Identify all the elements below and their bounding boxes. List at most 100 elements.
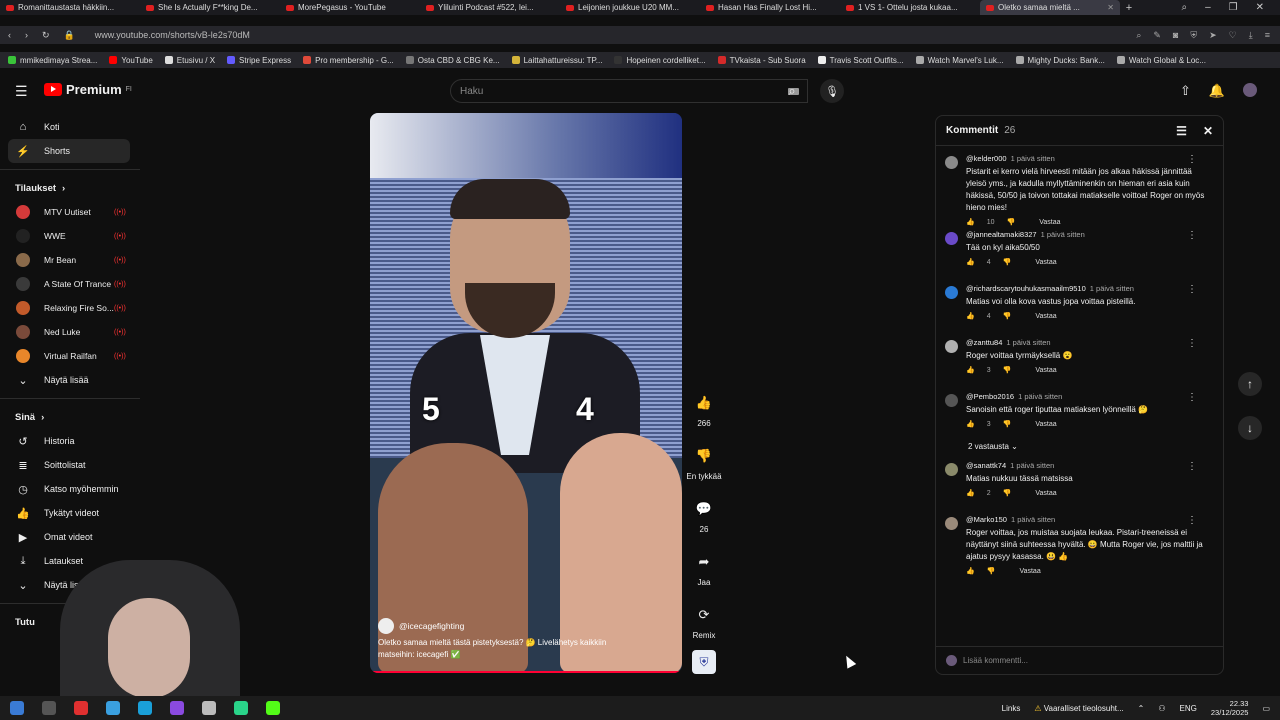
windows-start-icon[interactable] — [10, 701, 24, 715]
comment-author[interactable]: @zanttu84 — [966, 338, 1002, 347]
bookmark-item[interactable]: Mighty Ducks: Bank... — [1015, 56, 1105, 65]
comment-author[interactable]: @kelder000 — [966, 154, 1007, 163]
thumbs-up-icon[interactable]: 👍 — [966, 567, 975, 575]
thumbs-down-icon[interactable]: 👎 — [1003, 258, 1012, 266]
thumbs-down-icon[interactable]: 👎 — [987, 567, 996, 575]
thumbs-down-icon[interactable]: 👎 — [1003, 489, 1012, 497]
reply-button[interactable]: Vastaa — [1019, 568, 1040, 575]
sidebar-item-subscription[interactable]: Mr Bean ((•)) — [0, 248, 140, 272]
browser-tab[interactable]: She Is Actually F**king De... — [140, 0, 280, 15]
comment-author[interactable]: @richardscarytouhukasmaailm9510 — [966, 284, 1086, 293]
browser-tab[interactable]: Yliluinti Podcast #522, lei... — [420, 0, 560, 15]
upload-icon[interactable]: ⇧ — [1180, 83, 1191, 99]
thumbs-up-icon[interactable]: 👍 — [966, 312, 975, 320]
browser-tab-active[interactable]: Oletko samaa mieltä ... ✕ — [980, 0, 1120, 15]
thumbs-down-icon[interactable]: 👎 — [1003, 366, 1012, 374]
more-options-icon[interactable]: ⋮ — [1187, 461, 1197, 472]
shield-icon[interactable]: ⛨ — [1190, 30, 1197, 41]
voice-search-button[interactable]: 🎙 — [820, 79, 844, 103]
sidebar-item-playlists[interactable]: ≣ Soittolistat — [0, 453, 140, 477]
next-short-button[interactable]: ↓ — [1238, 416, 1262, 440]
app-icon[interactable] — [106, 701, 120, 715]
url-field[interactable]: www.youtube.com/shorts/vB-le2s70dM — [95, 30, 250, 40]
comments-button[interactable]: 💬 — [689, 494, 719, 524]
sidebar-item-subscription[interactable]: WWE ((•)) — [0, 224, 140, 248]
bookmark-item[interactable]: Hopeinen cordelliket... — [614, 56, 706, 65]
dislike-button[interactable]: 👎 — [689, 441, 719, 471]
more-options-icon[interactable]: ⋮ — [1187, 230, 1197, 241]
sidebar-item-your-videos[interactable]: ▶ Omat videot — [0, 525, 140, 549]
bookmark-item[interactable]: Watch Global & Loc... — [1116, 56, 1206, 65]
maximize-icon[interactable]: ❐ — [1229, 2, 1238, 13]
new-tab-button[interactable]: + — [1120, 2, 1138, 14]
forward-icon[interactable]: › — [25, 30, 28, 40]
bookmark-item[interactable]: TVkaista - Sub Suora — [717, 56, 806, 65]
thumbs-up-icon[interactable]: 👍 — [966, 489, 975, 497]
commenter-avatar[interactable] — [945, 463, 958, 476]
search-button[interactable]: ⌕ — [777, 79, 807, 103]
reply-button[interactable]: Vastaa — [1039, 219, 1060, 226]
send-icon[interactable]: ➤ — [1209, 30, 1217, 41]
language-indicator[interactable]: ENG — [1180, 704, 1197, 713]
show-more-subscriptions[interactable]: ⌄ Näytä lisää — [0, 368, 140, 392]
spotify-icon[interactable] — [234, 701, 248, 715]
search-tabs-icon[interactable]: ⌕ — [1181, 2, 1187, 13]
sidebar-item-home[interactable]: ⌂ Koti — [0, 115, 140, 139]
back-icon[interactable]: ‹ — [8, 30, 11, 40]
you-heading[interactable]: Sinä › — [0, 405, 140, 429]
camera-icon[interactable]: ◙ — [1173, 30, 1178, 41]
zoom-icon[interactable]: ⌕ — [1136, 30, 1141, 41]
reply-button[interactable]: Vastaa — [1035, 490, 1056, 497]
thumbs-down-icon[interactable]: 👎 — [1003, 312, 1012, 320]
close-icon[interactable]: ✕ — [1203, 124, 1213, 138]
more-options-icon[interactable]: ⋮ — [1187, 515, 1197, 526]
more-options-icon[interactable]: ⋮ — [1187, 392, 1197, 403]
links-toolbar[interactable]: Links — [1002, 704, 1021, 713]
bookmark-item[interactable]: Osta CBD & CBG Ke... — [405, 56, 500, 65]
comment-author[interactable]: @jannealtamaki8327 — [966, 230, 1037, 239]
minimize-icon[interactable]: – — [1205, 2, 1211, 13]
heart-icon[interactable]: ♡ — [1229, 30, 1237, 41]
comment-author[interactable]: @sanattk74 — [966, 461, 1006, 470]
thumbs-down-icon[interactable]: 👎 — [1007, 218, 1016, 226]
reload-icon[interactable]: ↻ — [42, 30, 50, 41]
sidebar-item-subscription[interactable]: MTV Uutiset ((•)) — [0, 200, 140, 224]
app-icon[interactable] — [202, 701, 216, 715]
edge-icon[interactable] — [138, 701, 152, 715]
thumbs-up-icon[interactable]: 👍 — [966, 258, 975, 266]
reply-button[interactable]: Vastaa — [1035, 367, 1056, 374]
commenter-avatar[interactable] — [945, 394, 958, 407]
shorts-video-player[interactable]: 5 4 @icecagefighting Oletko samaa mieltä… — [370, 113, 682, 673]
bookmark-item[interactable]: Etusivu / X — [164, 56, 215, 65]
notification-icon[interactable]: ▭ — [1262, 704, 1270, 713]
chevron-up-icon[interactable]: ⌃ — [1138, 704, 1145, 713]
close-window-icon[interactable]: ✕ — [1256, 2, 1264, 13]
edit-icon[interactable]: ✎ — [1153, 30, 1161, 41]
sidebar-item-subscription[interactable]: Relaxing Fire So... ((•)) — [0, 296, 140, 320]
commenter-avatar[interactable] — [945, 340, 958, 353]
thumbs-up-icon[interactable]: 👍 — [966, 420, 975, 428]
browser-tab[interactable]: Leijonien joukkue U20 MM... — [560, 0, 700, 15]
more-options-icon[interactable]: ⋮ — [1187, 154, 1197, 165]
sidebar-item-liked-videos[interactable]: 👍 Tykätyt videot — [0, 501, 140, 525]
kick-icon[interactable] — [266, 701, 280, 715]
thumbs-down-icon[interactable]: 👎 — [1003, 420, 1012, 428]
reply-button[interactable]: Vastaa — [1035, 313, 1056, 320]
weather-warning[interactable]: ⚠ Vaaralliset tieolosuht... — [1034, 704, 1123, 713]
bookmark-item[interactable]: Travis Scott Outfits... — [817, 56, 904, 65]
browser-tab[interactable]: 1 VS 1- Ottelu josta kukaa... — [840, 0, 980, 15]
account-avatar[interactable] — [1243, 83, 1258, 97]
commenter-avatar[interactable] — [945, 517, 958, 530]
bookmark-item[interactable]: Laittahattureissu: TP... — [511, 56, 602, 65]
channel-link[interactable]: @icecagefighting — [378, 618, 668, 634]
thumbs-up-icon[interactable]: 👍 — [966, 366, 975, 374]
hamburger-menu-icon[interactable]: ☰ — [15, 83, 31, 100]
sort-icon[interactable]: ☰ — [1176, 124, 1187, 138]
search-input[interactable]: Haku — [450, 79, 808, 103]
browser-tab[interactable]: Hasan Has Finally Lost Hi... — [700, 0, 840, 15]
sidebar-item-subscription[interactable]: A State Of Trance ((•)) — [0, 272, 140, 296]
clock[interactable]: 22.33 23/12/2025 — [1211, 699, 1249, 717]
browser-tab[interactable]: MorePegasus - YouTube — [280, 0, 420, 15]
bookmark-item[interactable]: Watch Marvel's Luk... — [915, 56, 1004, 65]
show-replies-button[interactable]: 2 vastausta ⌄ — [936, 438, 1223, 457]
